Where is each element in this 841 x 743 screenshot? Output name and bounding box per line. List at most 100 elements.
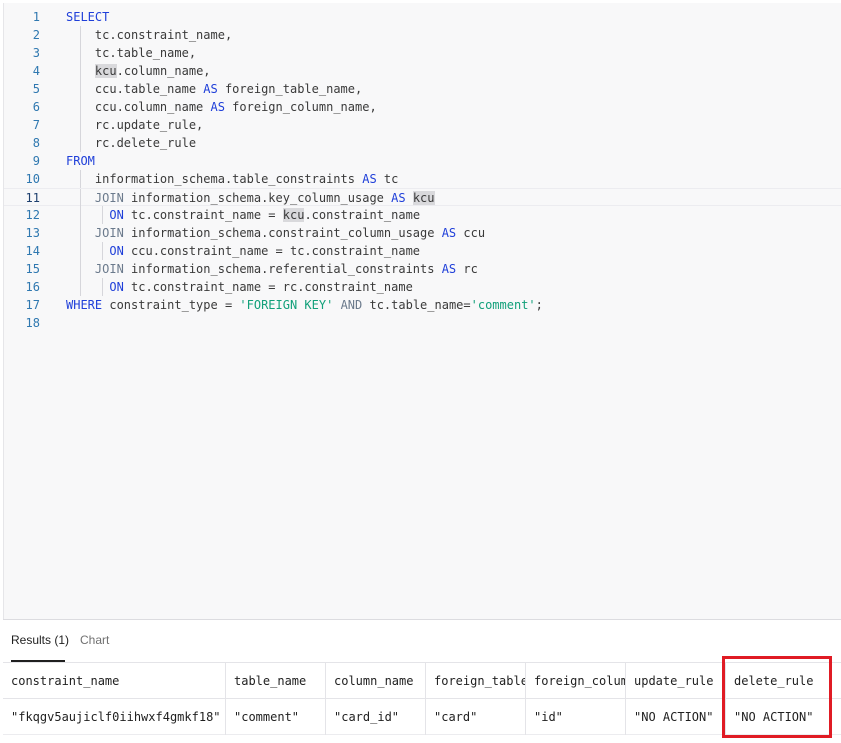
code-line[interactable]: 4 kcu.column_name,: [4, 62, 841, 80]
code-text[interactable]: ON ccu.constraint_name = tc.constraint_n…: [66, 242, 420, 260]
column-header[interactable]: constraint_name: [3, 663, 226, 699]
code-text[interactable]: JOIN information_schema.referential_cons…: [66, 260, 478, 278]
code-token: ccu.table_name: [66, 82, 204, 96]
column-header[interactable]: table_name: [226, 663, 326, 699]
code-token: .column_name,: [116, 64, 211, 78]
table-cell[interactable]: "card": [426, 699, 526, 735]
table-cell[interactable]: "NO ACTION": [626, 699, 726, 735]
sql-keyword: ON: [109, 208, 124, 222]
sql-editor[interactable]: 1 SELECT 2 tc.constraint_name, 3 tc.table_n…: [3, 3, 841, 619]
table-header-row: constraint_name table_name column_name f…: [3, 663, 841, 699]
line-number: 1: [32, 10, 40, 24]
code-token: rc.delete_rule: [66, 136, 197, 150]
code-text[interactable]: FROM: [66, 152, 95, 170]
code-line[interactable]: 6 ccu.column_name AS foreign_column_name…: [4, 98, 841, 116]
code-line[interactable]: 10 information_schema.table_constraints …: [4, 170, 841, 188]
column-header[interactable]: column_name: [326, 663, 426, 699]
sql-keyword: ON: [109, 280, 124, 294]
table-cell[interactable]: "id": [526, 699, 626, 735]
line-number: 17: [25, 298, 40, 312]
code-text[interactable]: ccu.column_name AS foreign_column_name,: [66, 98, 377, 116]
column-header[interactable]: foreign_table: [426, 663, 526, 699]
sql-keyword: ON: [109, 244, 124, 258]
sql-keyword: AS: [441, 226, 457, 240]
active-tab-indicator: [11, 660, 65, 662]
line-number: 10: [25, 172, 40, 186]
indent-guide: [102, 206, 103, 224]
code-line[interactable]: 15 JOIN information_schema.referential_c…: [4, 260, 841, 278]
code-text[interactable]: ON tc.constraint_name = rc.constraint_na…: [66, 278, 412, 296]
code-line[interactable]: 13 JOIN information_schema.constraint_co…: [4, 224, 841, 242]
code-text[interactable]: rc.update_rule,: [66, 116, 203, 134]
indent-guide: [80, 134, 81, 152]
code-token: constraint_type =: [102, 298, 240, 312]
code-token: tc.constraint_name =: [123, 208, 283, 222]
code-line[interactable]: 1 SELECT: [4, 8, 841, 26]
code-text[interactable]: kcu.column_name,: [66, 62, 211, 80]
code-text[interactable]: SELECT: [66, 8, 109, 26]
code-text[interactable]: tc.constraint_name,: [66, 26, 232, 44]
code-line[interactable]: 7 rc.update_rule,: [4, 116, 841, 134]
sql-keyword: SELECT: [66, 10, 110, 24]
table-cell[interactable]: "fkqgv5aujiclf0iihwxf4gmkf18": [3, 699, 226, 735]
sql-keyword: JOIN: [94, 262, 124, 276]
line-number: 11: [25, 191, 40, 205]
results-panel: Results (1) Chart constraint_name table_…: [3, 619, 841, 743]
code-text[interactable]: JOIN information_schema.key_column_usage…: [66, 189, 435, 207]
tab-results[interactable]: Results (1): [11, 633, 69, 647]
sql-keyword: FROM: [66, 154, 95, 168]
code-text[interactable]: WHERE constraint_type = 'FOREIGN KEY' AN…: [66, 296, 543, 314]
column-header[interactable]: delete_rule: [726, 663, 841, 699]
code-line[interactable]: 2 tc.constraint_name,: [4, 26, 841, 44]
code-text[interactable]: ccu.table_name AS foreign_table_name,: [66, 80, 362, 98]
code-text[interactable]: rc.delete_rule: [66, 134, 196, 152]
code-text[interactable]: information_schema.table_constraints AS …: [66, 170, 398, 188]
table-cell[interactable]: "card_id": [326, 699, 426, 735]
tab-chart[interactable]: Chart: [80, 633, 109, 647]
line-number: 5: [32, 82, 40, 96]
code-line[interactable]: 12 ON tc.constraint_name = kcu.constrain…: [4, 206, 841, 224]
table-row[interactable]: "fkqgv5aujiclf0iihwxf4gmkf18" "comment" …: [3, 699, 841, 735]
indent-guide: [80, 224, 81, 242]
sql-keyword: WHERE: [66, 298, 103, 312]
sql-keyword: AS: [203, 82, 218, 96]
sql-string: 'comment': [470, 298, 536, 312]
code-text[interactable]: ON tc.constraint_name = kcu.constraint_n…: [66, 206, 420, 224]
table-cell[interactable]: "NO ACTION": [726, 699, 841, 735]
sql-keyword: AS: [362, 172, 377, 186]
indent-guide: [80, 242, 81, 260]
indent-guide: [80, 98, 81, 116]
sql-keyword: JOIN: [94, 191, 124, 205]
indent-guide: [80, 206, 81, 224]
code-line[interactable]: 17 WHERE constraint_type = 'FOREIGN KEY' …: [4, 296, 841, 314]
code-line[interactable]: 9 FROM: [4, 152, 841, 170]
indent-guide: [80, 278, 81, 296]
line-number: 4: [32, 64, 40, 78]
code-text[interactable]: JOIN information_schema.constraint_colum…: [66, 224, 485, 242]
indent-guide: [80, 26, 81, 44]
column-header[interactable]: foreign_colum: [526, 663, 626, 699]
code-line[interactable]: 16 ON tc.constraint_name = rc.constraint…: [4, 278, 841, 296]
code-token: rc.update_rule,: [66, 118, 204, 132]
code-line[interactable]: 5 ccu.table_name AS foreign_table_name,: [4, 80, 841, 98]
indent-guide: [80, 189, 81, 207]
sql-keyword: AS: [391, 191, 406, 205]
code-line[interactable]: 14 ON ccu.constraint_name = tc.constrain…: [4, 242, 841, 260]
code-line[interactable]: 18: [4, 314, 841, 332]
sql-string: 'FOREIGN KEY': [239, 298, 334, 312]
code-text[interactable]: tc.table_name,: [66, 44, 196, 62]
code-token: information_schema.referential_constrain…: [123, 262, 442, 276]
code-token: rc: [456, 262, 478, 276]
code-line[interactable]: 11 JOIN information_schema.key_column_us…: [4, 188, 841, 207]
code-line[interactable]: 3 tc.table_name,: [4, 44, 841, 62]
indent-guide: [80, 116, 81, 134]
code-line[interactable]: 8 rc.delete_rule: [4, 134, 841, 152]
table-cell[interactable]: "comment": [226, 699, 326, 735]
code-token: ccu: [456, 226, 486, 240]
code-token: tc.constraint_name,: [66, 28, 233, 42]
results-tabs: Results (1) Chart: [3, 620, 841, 663]
column-header[interactable]: update_rule: [626, 663, 726, 699]
code-token: tc.table_name,: [66, 46, 197, 60]
